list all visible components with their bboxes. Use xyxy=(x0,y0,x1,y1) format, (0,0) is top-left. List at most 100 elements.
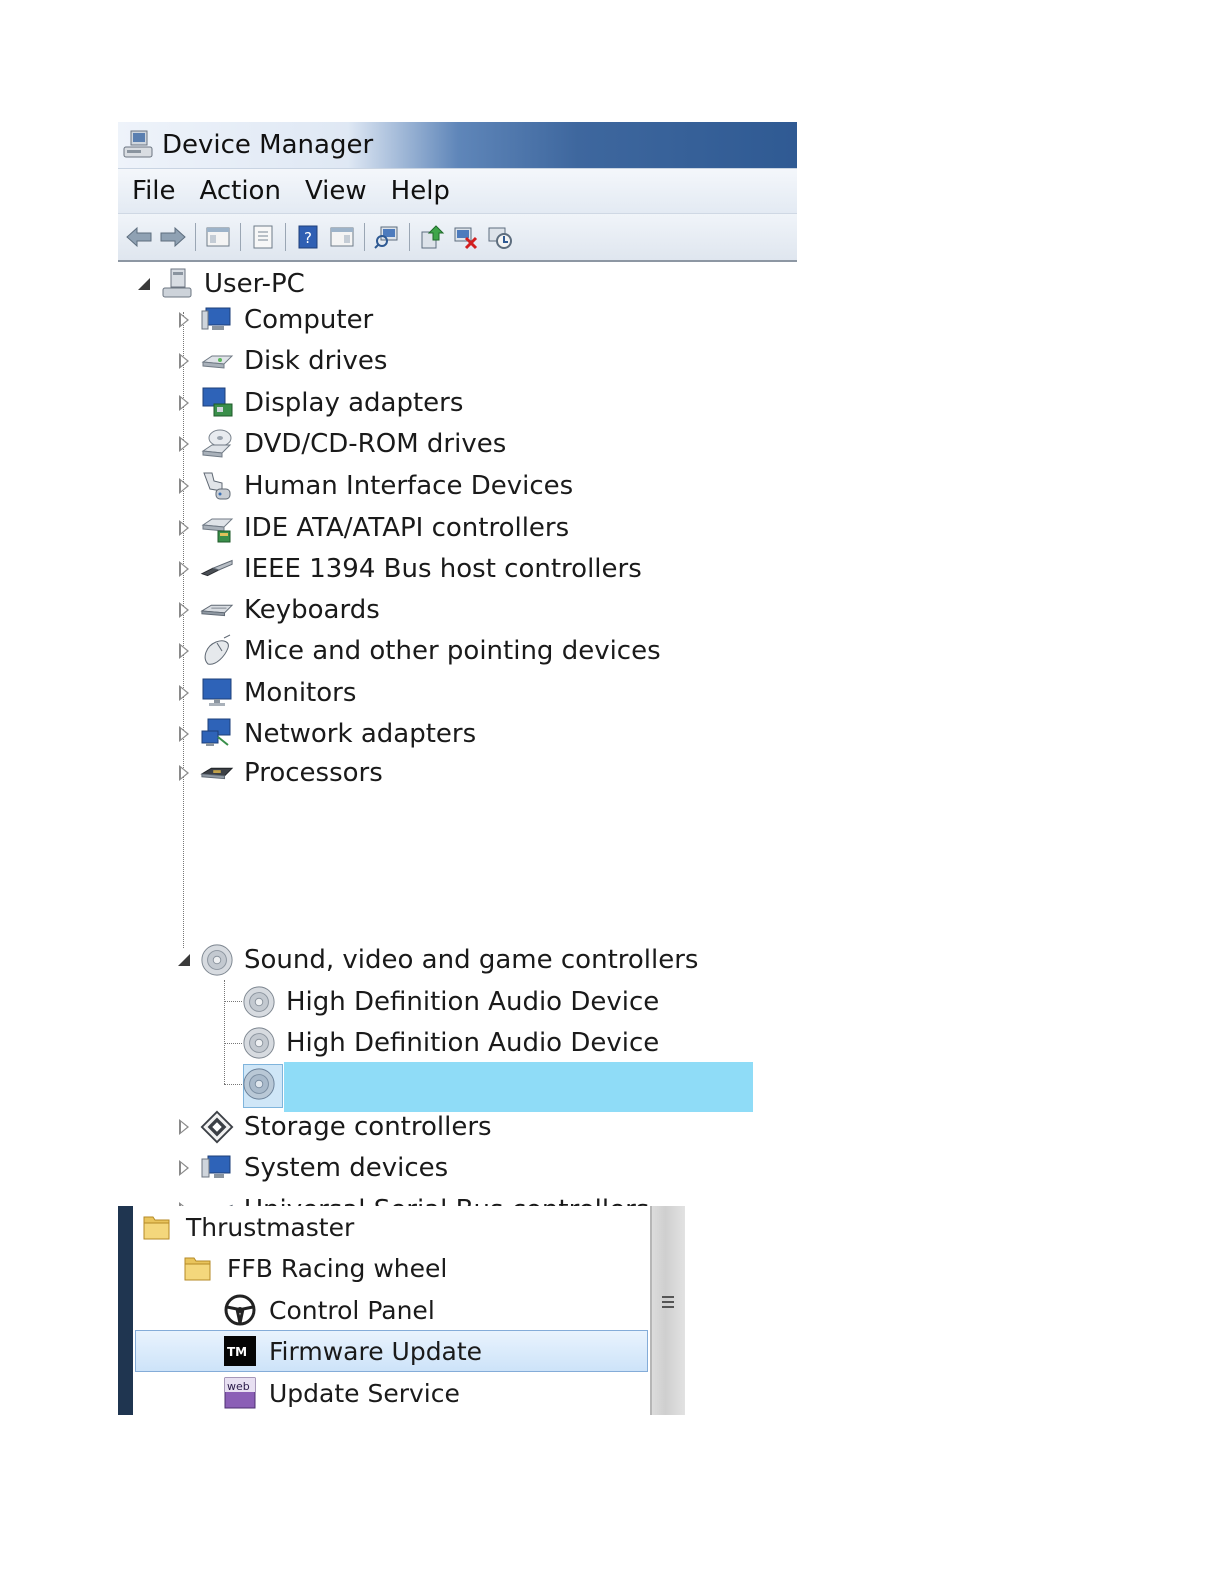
tree-child-high-definition-audio-device[interactable]: High Definition Audio Device xyxy=(242,982,659,1022)
expand-arrow-icon[interactable] xyxy=(176,1160,192,1176)
tree-item-dvd-cd-rom-drives[interactable]: DVD/CD-ROM drives xyxy=(176,424,506,464)
steering-wheel-icon xyxy=(223,1293,257,1327)
svg-text:?: ? xyxy=(304,229,312,247)
forward-arrow-icon[interactable] xyxy=(158,222,188,252)
speaker-icon xyxy=(242,1067,276,1101)
action-pane-icon[interactable] xyxy=(327,222,357,252)
dvd-drive-icon xyxy=(200,427,234,461)
tree-connector xyxy=(224,1001,242,1002)
show-hide-console-tree-icon[interactable] xyxy=(203,222,233,252)
expand-arrow-icon[interactable] xyxy=(176,312,192,328)
menu-item-label: Update Service xyxy=(269,1378,460,1408)
monitor-icon xyxy=(200,676,234,710)
expand-arrow-icon[interactable] xyxy=(176,1119,192,1135)
tree-root-user-pc[interactable]: User-PC xyxy=(136,264,305,304)
title-bar: Device Manager xyxy=(118,122,797,168)
web-service-icon: web xyxy=(223,1376,257,1410)
tree-item-sound-video-and-game-controllers[interactable]: Sound, video and game controllers xyxy=(176,940,698,980)
storage-controller-icon xyxy=(200,1110,234,1144)
tree-item-label: IDE ATA/ATAPI controllers xyxy=(244,513,570,543)
window-title: Device Manager xyxy=(162,130,374,160)
disable-device-icon[interactable] xyxy=(485,222,515,252)
expand-arrow-icon[interactable] xyxy=(176,726,192,742)
scrollbar-grip-icon[interactable] xyxy=(662,1296,674,1311)
tree-item-disk-drives[interactable]: Disk drives xyxy=(176,341,387,381)
expand-arrow-icon[interactable] xyxy=(176,643,192,659)
collapse-arrow-icon[interactable] xyxy=(136,276,152,292)
tree-item-display-adapters[interactable]: Display adapters xyxy=(176,383,463,423)
menu-item-firmware-update[interactable]: TM Firmware Update xyxy=(223,1330,482,1372)
processor-icon xyxy=(200,756,234,790)
speaker-icon xyxy=(242,1026,276,1060)
menu-file[interactable]: File xyxy=(132,176,176,206)
scrollbar[interactable] xyxy=(650,1206,685,1415)
tree-item-monitors[interactable]: Monitors xyxy=(176,673,356,713)
start-menu-programs: Thrustmaster FFB Racing wheel Control Pa… xyxy=(118,1206,685,1415)
ide-controller-icon xyxy=(200,511,234,545)
expand-arrow-icon[interactable] xyxy=(176,520,192,536)
tree-item-system-devices[interactable]: System devices xyxy=(176,1148,448,1188)
network-adapter-icon xyxy=(200,717,234,751)
menu-help[interactable]: Help xyxy=(391,176,450,206)
mouse-icon xyxy=(200,634,234,668)
update-driver-icon[interactable] xyxy=(417,222,447,252)
ieee1394-icon xyxy=(200,552,234,586)
device-manager-app-icon xyxy=(123,130,153,158)
tree-child-selected-device[interactable] xyxy=(242,1064,286,1104)
collapse-arrow-icon[interactable] xyxy=(176,952,192,968)
menu-item-update-service[interactable]: web Update Service xyxy=(223,1372,460,1414)
toolbar: ? xyxy=(118,214,797,262)
tree-item-storage-controllers[interactable]: Storage controllers xyxy=(176,1107,492,1147)
system-device-icon xyxy=(200,1151,234,1185)
scan-hardware-icon[interactable] xyxy=(372,222,402,252)
expand-arrow-icon[interactable] xyxy=(176,602,192,618)
tree-child-label: High Definition Audio Device xyxy=(286,987,660,1017)
tree-root-label: User-PC xyxy=(204,269,305,299)
menu-action[interactable]: Action xyxy=(200,176,281,206)
back-arrow-icon[interactable] xyxy=(124,222,154,252)
menu-folder-ffb-racing-wheel[interactable]: FFB Racing wheel xyxy=(181,1247,447,1289)
tree-item-label: Network adapters xyxy=(244,719,477,749)
expand-arrow-icon[interactable] xyxy=(176,395,192,411)
expand-arrow-icon[interactable] xyxy=(176,561,192,577)
tree-item-mice-and-other-pointing-devices[interactable]: Mice and other pointing devices xyxy=(176,631,661,671)
menu-folder-thrustmaster[interactable]: Thrustmaster xyxy=(140,1206,354,1248)
tree-connector xyxy=(224,1084,242,1085)
device-tree: User-PC Computer Disk drives Display ada… xyxy=(118,262,797,1225)
computer-pc-icon xyxy=(160,267,194,301)
expand-arrow-icon[interactable] xyxy=(176,478,192,494)
menu-item-label: Control Panel xyxy=(269,1295,435,1325)
menu-view[interactable]: View xyxy=(305,176,367,206)
tree-item-ide-ata-atapi-controllers[interactable]: IDE ATA/ATAPI controllers xyxy=(176,508,569,548)
help-icon[interactable]: ? xyxy=(293,222,323,252)
expand-arrow-icon[interactable] xyxy=(176,353,192,369)
menu-item-control-panel[interactable]: Control Panel xyxy=(223,1289,435,1331)
tree-item-label: DVD/CD-ROM drives xyxy=(244,429,507,459)
selected-device-label-highlight[interactable] xyxy=(284,1062,753,1112)
tree-item-network-adapters[interactable]: Network adapters xyxy=(176,714,476,754)
expand-arrow-icon[interactable] xyxy=(176,685,192,701)
tree-item-label: Display adapters xyxy=(244,388,464,418)
tree-item-keyboards[interactable]: Keyboards xyxy=(176,590,380,630)
tree-item-label: Processors xyxy=(244,758,383,788)
svg-text:web: web xyxy=(227,1380,250,1393)
tree-item-human-interface-devices[interactable]: Human Interface Devices xyxy=(176,466,573,506)
tree-connector xyxy=(224,980,225,1084)
tree-item-label: Mice and other pointing devices xyxy=(244,636,661,666)
tree-item-label: Human Interface Devices xyxy=(244,471,574,501)
properties-icon[interactable] xyxy=(248,222,278,252)
menu-item-label: FFB Racing wheel xyxy=(227,1253,448,1283)
expand-arrow-icon[interactable] xyxy=(176,765,192,781)
uninstall-icon[interactable] xyxy=(451,222,481,252)
toolbar-separator xyxy=(364,223,365,251)
svg-text:TM: TM xyxy=(227,1345,247,1359)
speaker-icon xyxy=(200,943,234,977)
toolbar-separator xyxy=(240,223,241,251)
tree-item-ieee-1394-bus-host-controllers[interactable]: IEEE 1394 Bus host controllers xyxy=(176,549,642,589)
tree-item-processors[interactable]: Processors xyxy=(176,753,383,793)
toolbar-separator xyxy=(409,223,410,251)
folder-icon xyxy=(140,1210,174,1244)
tree-item-computer[interactable]: Computer xyxy=(176,300,373,340)
tree-child-high-definition-audio-device[interactable]: High Definition Audio Device xyxy=(242,1023,659,1063)
expand-arrow-icon[interactable] xyxy=(176,436,192,452)
